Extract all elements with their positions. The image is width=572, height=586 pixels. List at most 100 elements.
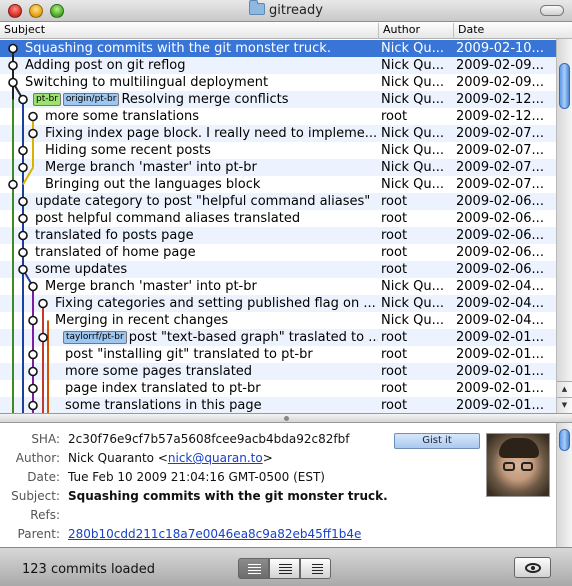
toolbar-toggle-button[interactable]: [540, 5, 564, 16]
author-email-link[interactable]: nick@quaran.to: [168, 451, 263, 465]
commit-date: 2009-02-06...: [456, 228, 544, 243]
commit-subject-cell: some translations in this page: [65, 397, 378, 413]
commit-row[interactable]: more some pages translated root 2009-02-01…: [0, 363, 556, 380]
commit-row[interactable]: Fixing categories and setting published …: [0, 295, 556, 312]
commit-subject: Resolving merge conflicts: [121, 92, 289, 107]
scroll-down-arrow-icon[interactable]: ▼: [557, 397, 572, 413]
refs-label: Refs:: [30, 508, 60, 522]
commit-row[interactable]: Bringing out the languages block Nick Qu.…: [0, 176, 556, 193]
commit-subject-cell: post "installing git" translated to pt-b…: [65, 346, 378, 363]
commit-row[interactable]: Fixing index page block. I really need t…: [0, 125, 556, 142]
commit-subject-cell: Merging in recent changes: [55, 312, 378, 329]
commit-date: 2009-02-01...: [456, 364, 544, 379]
commit-row[interactable]: some translations in this page root 2009-0…: [0, 397, 556, 413]
commit-subject-cell: more some pages translated: [65, 363, 378, 380]
commit-list-scroll-thumb[interactable]: [559, 63, 570, 109]
commit-row[interactable]: more some translations root 2009-02-12...: [0, 108, 556, 125]
commit-author: Nick Qu...: [381, 58, 445, 73]
commit-subject: Merging in recent changes: [55, 313, 229, 328]
commit-author: root: [381, 228, 408, 243]
commit-row[interactable]: Switching to multilingual deployment Nick…: [0, 74, 556, 91]
parent-link[interactable]: 280b10cdd211c18a7e0046ea8c9a82eb45ff1b4e: [68, 527, 361, 541]
commit-author: Nick Qu...: [381, 177, 445, 192]
commit-subject: post "installing git" translated to pt-b…: [65, 347, 313, 362]
commit-author: Nick Qu...: [381, 279, 445, 294]
commit-date: 2009-02-04...: [456, 279, 544, 294]
commit-row[interactable]: Hiding some recent posts Nick Qu... 2009-0…: [0, 142, 556, 159]
date-label: Date:: [27, 470, 60, 484]
commit-date: 2009-02-01...: [456, 330, 544, 345]
commit-author: Nick Qu...: [381, 92, 445, 107]
commit-author: root: [381, 364, 408, 379]
commit-subject-cell: more some translations: [45, 108, 378, 125]
commit-list-scrollbar[interactable]: ▲ ▼: [556, 39, 572, 413]
commit-row[interactable]: pt-br origin/pt-br Resolving merge conflic…: [0, 91, 556, 108]
avatar-hair: [499, 438, 539, 458]
commit-subject-cell: post helpful command aliases translated: [35, 210, 378, 227]
commit-row[interactable]: Adding post on git reflog Nick Qu... 2009-…: [0, 57, 556, 74]
commit-subject: post helpful command aliases translated: [35, 211, 301, 226]
window-title-text: gitready: [269, 3, 323, 18]
author-value: Nick Quaranto <nick@quaran.to>: [68, 451, 273, 465]
commit-author: Nick Qu...: [381, 296, 445, 311]
commit-subject: Switching to multilingual deployment: [25, 75, 269, 90]
commit-date: 2009-02-04...: [456, 296, 544, 311]
commit-author: root: [381, 109, 408, 124]
commit-subject: post "text-based graph" traslated to ...: [128, 330, 378, 345]
quick-look-button[interactable]: [514, 557, 551, 578]
view-list-button[interactable]: [238, 558, 269, 579]
commit-subject: Squashing commits with the git monster t…: [25, 41, 331, 56]
subject-value: Squashing commits with the git monster t…: [68, 489, 388, 503]
author-avatar: [486, 433, 550, 497]
avatar-glasses-right: [521, 462, 533, 471]
commit-date: 2009-02-09...: [456, 75, 544, 90]
column-header-date[interactable]: Date: [453, 23, 556, 39]
commit-row[interactable]: some updates root 2009-02-06...: [0, 261, 556, 278]
commit-subject: Fixing index page block. I really need t…: [45, 126, 378, 141]
commit-author: root: [381, 398, 408, 413]
commit-row[interactable]: translated of home page root 2009-02-06...: [0, 244, 556, 261]
subject-label: Subject:: [11, 489, 60, 503]
date-value: Tue Feb 10 2009 21:04:16 GMT-0500 (EST): [68, 470, 325, 484]
commit-subject: more some pages translated: [65, 364, 253, 379]
commit-date: 2009-02-10...: [456, 41, 544, 56]
commit-row[interactable]: post "installing git" translated to pt-b…: [0, 346, 556, 363]
commit-date: 2009-02-06...: [456, 211, 544, 226]
commit-row[interactable]: Merge branch 'master' into pt-br Nick Qu.…: [0, 278, 556, 295]
column-header-subject[interactable]: Subject: [0, 23, 378, 39]
view-detail-button[interactable]: [269, 558, 300, 579]
commit-date: 2009-02-07...: [456, 177, 544, 192]
commit-author: root: [381, 211, 408, 226]
commit-subject: update category to post "helpful command…: [35, 194, 371, 209]
commit-row[interactable]: post helpful command aliases translated r…: [0, 210, 556, 227]
status-text: 123 commits loaded: [22, 562, 156, 577]
commit-subject-cell: some updates: [35, 261, 378, 278]
commit-subject: Adding post on git reflog: [25, 58, 186, 73]
eye-icon: [525, 563, 541, 573]
commit-row[interactable]: Merge branch 'master' into pt-br Nick Qu.…: [0, 159, 556, 176]
commit-subject-cell: taylorrf/pt-br post "text-based graph" tr…: [63, 329, 378, 346]
scroll-up-arrow-icon[interactable]: ▲: [557, 381, 572, 397]
details-scrollbar[interactable]: [556, 423, 572, 547]
pane-splitter[interactable]: [0, 413, 572, 423]
details-scroll-thumb[interactable]: [559, 429, 570, 451]
commit-subject-cell: Hiding some recent posts: [45, 142, 378, 159]
commit-row[interactable]: taylorrf/pt-br post "text-based graph" tr…: [0, 329, 556, 346]
commit-row[interactable]: Squashing commits with the git monster t…: [0, 40, 556, 57]
commit-subject: Hiding some recent posts: [45, 143, 211, 158]
commit-subject: Bringing out the languages block: [45, 177, 261, 192]
ref-badge: origin/pt-br: [62, 93, 120, 106]
commit-row[interactable]: page index translated to pt-br root 2009-0…: [0, 380, 556, 397]
commit-subject: page index translated to pt-br: [65, 381, 261, 396]
commit-subject: Merge branch 'master' into pt-br: [45, 279, 257, 294]
view-tree-button[interactable]: [300, 558, 331, 579]
column-header-author[interactable]: Author: [378, 23, 453, 39]
commit-subject-cell: Fixing index page block. I really need t…: [45, 125, 378, 142]
commit-date: 2009-02-04...: [456, 313, 544, 328]
commit-row[interactable]: Merging in recent changes Nick Qu... 2009-…: [0, 312, 556, 329]
status-bar: 123 commits loaded: [0, 547, 572, 586]
commit-row[interactable]: translated fo posts page root 2009-02-06..…: [0, 227, 556, 244]
gist-it-button[interactable]: Gist it: [394, 433, 480, 449]
commit-author: Nick Qu...: [381, 143, 445, 158]
commit-row[interactable]: update category to post "helpful command…: [0, 193, 556, 210]
